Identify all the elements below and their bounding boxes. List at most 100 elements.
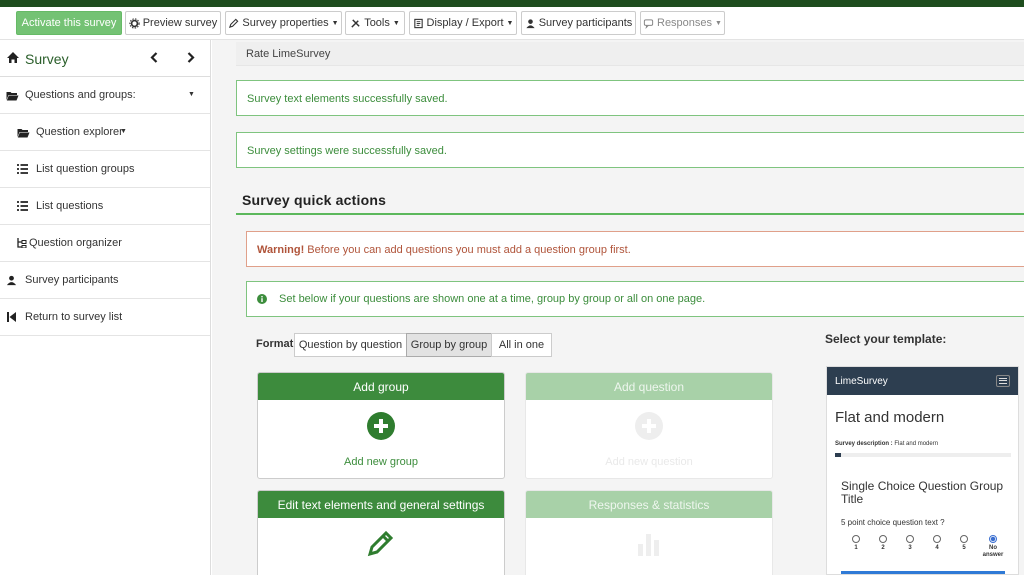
add-group-card-title: Add group (258, 373, 504, 400)
responses-statistics-card: Responses & statistics (525, 490, 773, 575)
template-navbar: LimeSurvey (827, 367, 1018, 395)
info-circle-icon (257, 294, 267, 304)
info-alert: Set below if your questions are shown on… (246, 281, 1024, 317)
bar-chart-icon (638, 534, 659, 556)
sidebar-item-questions-and-groups[interactable]: Questions and groups: ▼ (0, 77, 210, 114)
sidebar-item-label: Return to survey list (25, 311, 123, 323)
plus-circle-icon (367, 412, 395, 440)
format-question-by-question-button[interactable]: Question by question (294, 333, 407, 357)
template-preview[interactable]: LimeSurvey Flat and modern Survey descri… (826, 366, 1019, 575)
template-radio-option: 4 (928, 535, 946, 552)
template-radio-option-selected: No answer (982, 535, 1004, 559)
survey-properties-button[interactable]: Survey properties ▼ (225, 11, 342, 35)
sidebar-item-label: Questions and groups: (25, 89, 136, 101)
user-icon (6, 275, 17, 286)
sidebar-item-survey-participants[interactable]: Survey participants (0, 262, 210, 299)
sidebar-header: Survey (0, 40, 210, 77)
section-divider (236, 213, 1024, 215)
sidebar-item-list-questions[interactable]: List questions (0, 188, 210, 225)
list-icon (17, 164, 28, 174)
responses-button[interactable]: Responses ▼ (640, 11, 725, 35)
add-group-card[interactable]: Add group Add new group (257, 372, 505, 479)
sidebar-item-label: List questions (36, 200, 104, 212)
display-export-label: Display / Export (426, 17, 504, 29)
template-group-title: Single Choice Question Group Title (841, 479, 1004, 506)
chevron-left-icon[interactable] (150, 52, 158, 63)
template-next-button (841, 571, 1005, 574)
format-all-in-one-button[interactable]: All in one (491, 333, 552, 357)
format-option-label: All in one (498, 339, 545, 351)
template-radio-option: 5 (955, 535, 973, 552)
edit-text-elements-card[interactable]: Edit text elements and general settings (257, 490, 505, 575)
responses-label: Responses (657, 17, 713, 29)
tools-label: Tools (364, 17, 390, 29)
template-description: Survey description : Flat and modern (835, 441, 938, 447)
breadcrumb-survey-name[interactable]: Rate LimeSurvey (246, 48, 330, 60)
user-icon (526, 18, 535, 28)
alert-text: Survey text elements successfully saved. (247, 93, 448, 105)
sidebar-item-label: Survey participants (25, 274, 119, 286)
warning-label: Warning! (257, 244, 305, 256)
sidebar-item-list-question-groups[interactable]: List question groups (0, 151, 210, 188)
add-question-card-title: Add question (526, 373, 772, 400)
format-option-label: Group by group (410, 339, 488, 351)
caret-down-icon: ▼ (715, 19, 722, 27)
sidebar-item-label: Question explorer (36, 126, 123, 138)
alert-settings-saved: Survey settings were successfully saved. (236, 132, 1024, 168)
template-radio-options: 1 2 3 4 5 No answer (847, 535, 1017, 565)
caret-down-icon: ▼ (188, 91, 195, 98)
home-icon[interactable] (6, 51, 20, 64)
format-option-label: Question by question (298, 339, 403, 351)
sidebar-item-label: Question organizer (29, 237, 122, 249)
template-brand: LimeSurvey (835, 375, 888, 387)
activate-survey-button[interactable]: Activate this survey (16, 11, 122, 35)
pencil-icon (229, 18, 239, 28)
caret-down-icon: ▼ (120, 128, 127, 135)
gear-icon (129, 17, 140, 29)
template-name: Flat and modern (835, 409, 945, 426)
plus-circle-icon (635, 412, 663, 440)
add-question-card: Add question Add new question (525, 372, 773, 479)
add-question-card-subtitle: Add new question (605, 456, 693, 468)
preview-survey-button[interactable]: Preview survey (125, 11, 221, 35)
survey-properties-label: Survey properties (242, 17, 329, 29)
info-text: Set below if your questions are shown on… (279, 293, 706, 305)
responses-statistics-card-title: Responses & statistics (526, 491, 772, 518)
list-icon (17, 201, 28, 211)
survey-sidebar: Survey Questions and groups: ▼ Question … (0, 40, 211, 575)
format-group-by-group-button[interactable]: Group by group (406, 333, 492, 357)
template-selector-label: Select your template: (825, 332, 947, 346)
template-radio-option: 1 (847, 535, 865, 552)
caret-down-icon: ▼ (331, 19, 339, 27)
organizer-icon (17, 238, 27, 248)
main-content: Rate LimeSurvey Survey text elements suc… (212, 40, 1024, 575)
survey-participants-button[interactable]: Survey participants (521, 11, 636, 35)
template-description-value: Flat and modern (892, 441, 939, 447)
template-progress-bar (835, 453, 1011, 457)
caret-down-icon: ▼ (392, 19, 400, 27)
survey-toolbar: Activate this survey Preview survey Surv… (0, 7, 1024, 40)
caret-down-icon: ▼ (506, 19, 514, 27)
sidebar-item-question-explorer[interactable]: Question explorer ▼ (0, 114, 210, 151)
sidebar-title: Survey (25, 51, 69, 67)
sidebar-item-return-to-survey-list[interactable]: Return to survey list (0, 299, 210, 336)
display-export-button[interactable]: Display / Export ▼ (409, 11, 517, 35)
sidebar-item-question-organizer[interactable]: Question organizer (0, 225, 210, 262)
pencil-icon (367, 530, 394, 557)
step-backward-icon (7, 312, 16, 322)
chevron-right-icon[interactable] (187, 52, 195, 63)
survey-participants-label: Survey participants (538, 17, 633, 29)
activate-survey-label: Activate this survey (21, 17, 117, 29)
template-description-label: Survey description : (835, 441, 893, 447)
tools-button[interactable]: Tools ▼ (345, 11, 405, 35)
add-group-card-subtitle: Add new group (344, 456, 418, 468)
export-icon (413, 18, 423, 28)
breadcrumb: Rate LimeSurvey (236, 42, 1024, 66)
edit-text-card-title: Edit text elements and general settings (258, 491, 504, 518)
tools-icon (351, 18, 360, 28)
alert-text-elements-saved: Survey text elements successfully saved. (236, 80, 1024, 116)
template-radio-option: 2 (874, 535, 892, 552)
quick-actions-title: Survey quick actions (242, 192, 387, 208)
alert-text: Survey settings were successfully saved. (247, 145, 447, 157)
sidebar-item-label: List question groups (36, 163, 135, 175)
